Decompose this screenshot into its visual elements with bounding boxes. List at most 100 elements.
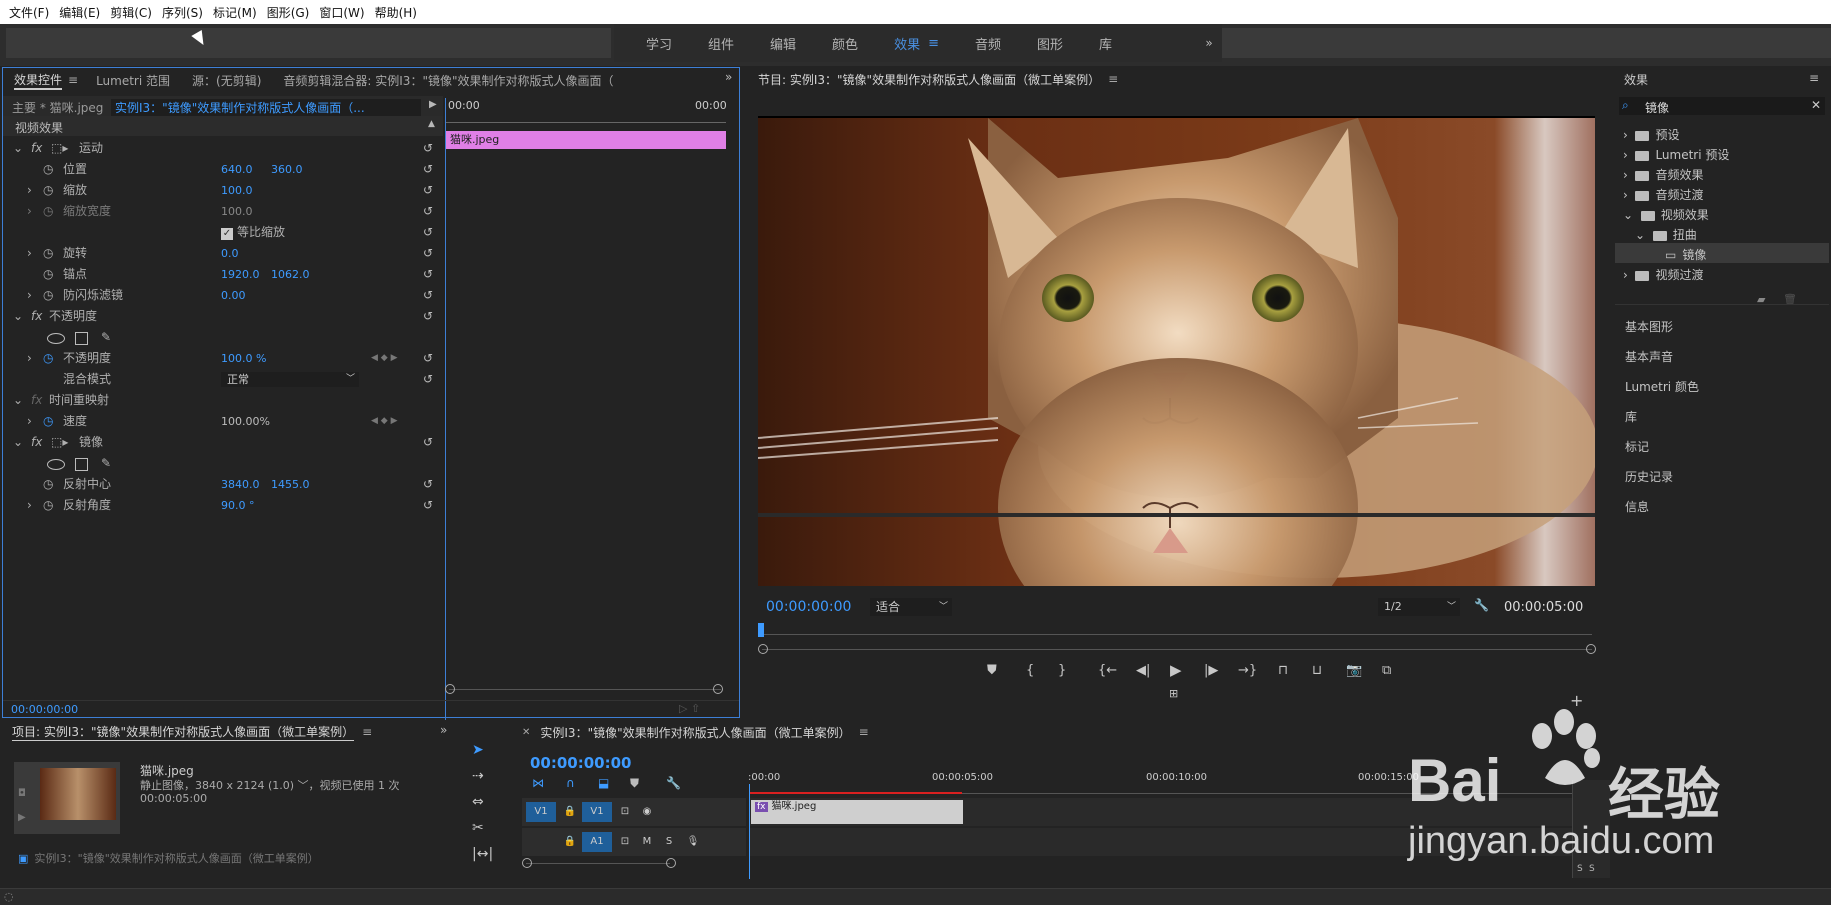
tree-item-video-effects[interactable]: ⌄ 视频效果	[1623, 206, 1709, 223]
stopwatch-icon[interactable]: ◷	[43, 180, 53, 201]
reset-icon[interactable]: ↺	[423, 432, 433, 453]
tree-item-mirror[interactable]: ▭ 镜像	[1665, 246, 1706, 263]
zoom-handle-right[interactable]	[1586, 644, 1596, 654]
reflect-center-y[interactable]: 1455.0	[271, 474, 310, 495]
tree-item-distort[interactable]: ⌄ 扭曲	[1635, 226, 1697, 243]
eye-icon[interactable]: ◉	[638, 802, 656, 822]
mirror-row[interactable]: ⌄ fx ⬚▸ 镜像 ↺	[3, 432, 443, 453]
reset-icon[interactable]: ↺	[423, 243, 433, 264]
reset-icon[interactable]: ↺	[423, 222, 433, 243]
rectangle-mask-icon[interactable]	[75, 332, 88, 345]
tabs-overflow-icon[interactable]: »	[440, 723, 447, 737]
play-icon[interactable]: ▶	[18, 812, 26, 823]
pen-mask-icon[interactable]: ✎	[101, 453, 111, 474]
stopwatch-icon[interactable]: ◷	[43, 243, 53, 264]
expand-chevron-icon[interactable]: ›	[27, 180, 32, 201]
workspace-tab-assembly[interactable]: 组件	[708, 34, 734, 53]
antiflicker-value[interactable]: 0.00	[221, 285, 246, 306]
ec-timecode[interactable]: 00:00:00:00	[11, 703, 78, 716]
workspace-tab-audio[interactable]: 音频	[975, 34, 1001, 53]
program-monitor-title[interactable]: 节目: 实例I3："镜像"效果制作对称版式人像画面（微工单案例）	[758, 71, 1100, 88]
reset-icon[interactable]: ↺	[423, 474, 433, 495]
resolution-dropdown[interactable]: 1/2 ﹀	[1378, 598, 1460, 616]
transform-icon[interactable]: ⬚▸	[51, 138, 68, 159]
fx-icon[interactable]: fx	[31, 306, 42, 327]
step-forward-icon[interactable]: |▶	[1204, 663, 1218, 678]
meter-solo-right[interactable]: S	[1589, 864, 1595, 874]
panel-info[interactable]: 信息	[1625, 498, 1649, 515]
go-to-out-icon[interactable]: →}	[1238, 663, 1257, 678]
workspace-tab-editing[interactable]: 编辑	[770, 34, 796, 53]
reset-icon[interactable]: ↺	[423, 138, 433, 159]
mute-button[interactable]: M	[638, 832, 656, 852]
expand-chevron-icon[interactable]: ›	[27, 348, 32, 369]
tree-item-audio-transitions[interactable]: › 音频过渡	[1623, 186, 1703, 203]
meter-solo-left[interactable]: S	[1577, 864, 1583, 874]
button-editor-icon[interactable]: +	[1570, 691, 1583, 710]
position-y-value[interactable]: 360.0	[271, 159, 303, 180]
reset-icon[interactable]: ↺	[423, 201, 433, 222]
panel-libraries[interactable]: 库	[1625, 408, 1637, 425]
workspace-tab-effects[interactable]: 效果	[894, 34, 920, 53]
zoom-handle-right[interactable]	[666, 858, 676, 868]
fit-dropdown[interactable]: 适合 ﹀	[870, 598, 952, 616]
tree-item-presets[interactable]: › 预设	[1623, 126, 1679, 143]
keyframe-nav-icon[interactable]: ◀ ◆ ▶	[371, 411, 398, 432]
tab-audio-clip-mixer[interactable]: 音频剪辑混合器: 实例I3："镜像"效果制作对称版式人像画面（	[283, 72, 653, 89]
opacity-value[interactable]: 100.0 %	[221, 348, 266, 369]
stopwatch-active-icon[interactable]: ◷	[43, 411, 53, 432]
track-a1[interactable]	[750, 828, 1610, 856]
reflect-center-x[interactable]: 3840.0	[221, 474, 260, 495]
workspace-more-icon[interactable]: »	[1196, 24, 1222, 62]
tree-item-lumetri-presets[interactable]: › Lumetri 预设	[1623, 146, 1729, 163]
menu-clip[interactable]: 剪辑(C)	[105, 4, 157, 21]
clear-search-icon[interactable]: ✕	[1811, 98, 1821, 112]
comparison-view-icon[interactable]: ⧉	[1382, 663, 1391, 678]
reset-icon[interactable]: ↺	[423, 159, 433, 180]
position-x-value[interactable]: 640.0	[221, 159, 253, 180]
track-target-v1[interactable]: V1	[582, 802, 612, 822]
menu-edit[interactable]: 编辑(E)	[54, 4, 105, 21]
blend-mode-dropdown[interactable]: 正常 ﹀	[221, 372, 359, 387]
collapse-up-icon[interactable]: ▲	[428, 119, 435, 129]
go-to-in-icon[interactable]: {←	[1098, 663, 1117, 678]
track-select-tool-icon[interactable]: ⇢	[472, 768, 484, 784]
reflect-angle-value[interactable]: 90.0 °	[221, 495, 255, 516]
microphone-icon[interactable]: 🎙	[684, 832, 702, 852]
ec-zoom-scrollbar[interactable]	[449, 689, 721, 690]
fx-icon[interactable]: fx	[31, 138, 42, 159]
timeline-title[interactable]: 实例I3："镜像"效果制作对称版式人像画面（微工单案例）	[540, 724, 850, 741]
sync-lock-icon[interactable]: ⊡	[616, 802, 634, 822]
stopwatch-active-icon[interactable]: ◷	[43, 348, 53, 369]
expand-chevron-icon[interactable]: ⌄	[13, 432, 23, 453]
stopwatch-icon[interactable]: ◷	[43, 495, 53, 516]
fx-icon[interactable]: fx	[31, 432, 42, 453]
motion-row[interactable]: ⌄ fx ⬚▸ 运动 ↺	[3, 138, 443, 159]
step-back-icon[interactable]: ◀|	[1136, 663, 1150, 678]
thumbnail-frame[interactable]: ◘ ▶	[14, 762, 120, 834]
program-zoom-scrollbar[interactable]	[762, 649, 1592, 650]
tab-effect-controls[interactable]: 效果控件	[14, 71, 63, 90]
tab-lumetri-scopes[interactable]: Lumetri 范围	[96, 72, 170, 89]
track-target-a1[interactable]: A1	[582, 832, 612, 852]
expand-chevron-icon[interactable]: ⌄	[13, 390, 23, 411]
workspace-menu-icon[interactable]: ≡	[928, 36, 939, 51]
panel-essential-sound[interactable]: 基本声音	[1625, 348, 1673, 365]
nest-icon[interactable]: ⋈	[532, 776, 544, 790]
tree-item-video-transitions[interactable]: › 视频过渡	[1623, 266, 1703, 283]
timeline-clip[interactable]: fx 猫咪.jpeg	[751, 800, 963, 824]
extract-icon[interactable]: ⊔	[1312, 663, 1322, 678]
source-patch-v1[interactable]: V1	[526, 802, 556, 822]
pen-mask-icon[interactable]: ✎	[101, 327, 111, 348]
workspace-tab-color[interactable]: 颜色	[832, 34, 858, 53]
zoom-handle-left[interactable]	[522, 858, 532, 868]
workspace-tab-graphics[interactable]: 图形	[1037, 34, 1063, 53]
selection-tool-icon[interactable]: ➤	[472, 742, 484, 758]
expand-chevron-icon[interactable]: ⌄	[13, 138, 23, 159]
expand-chevron-icon[interactable]: ⌄	[13, 306, 23, 327]
linked-selection-icon[interactable]: ⬓	[598, 776, 609, 790]
export-frame-icon[interactable]: 📷	[1346, 663, 1362, 678]
ec-playhead[interactable]	[445, 98, 446, 758]
program-playhead[interactable]	[758, 623, 764, 637]
program-timecode[interactable]: 00:00:00:00	[766, 599, 851, 615]
